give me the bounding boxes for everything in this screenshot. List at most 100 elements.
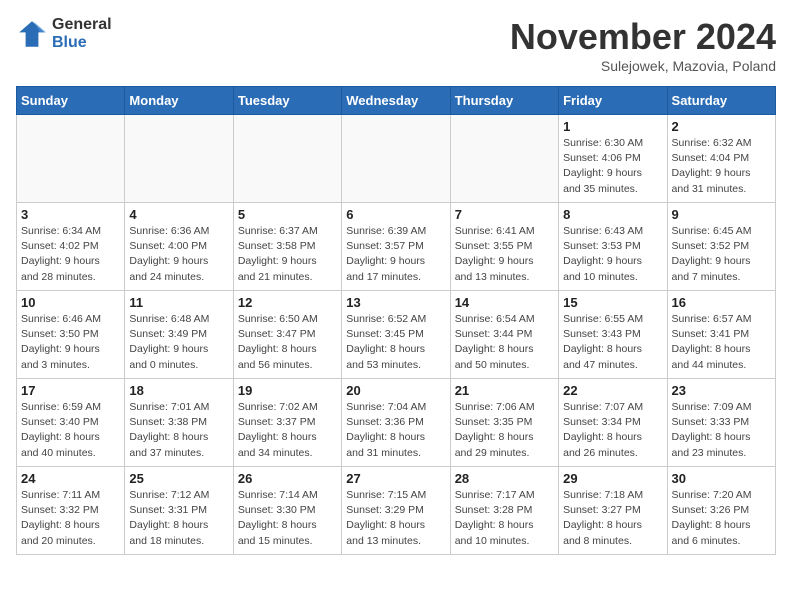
- day-cell: 12Sunrise: 6:50 AM Sunset: 3:47 PM Dayli…: [233, 291, 341, 379]
- day-info: Sunrise: 6:36 AM Sunset: 4:00 PM Dayligh…: [129, 224, 228, 285]
- header: General Blue November 2024 Sulejowek, Ma…: [16, 16, 776, 74]
- day-cell: 18 Sunrise: 7:01 AM Sunset: 3:38 PM Dayli…: [125, 379, 233, 467]
- day-number: 17: [21, 383, 120, 398]
- day-info: Sunrise: 7:11 AM Sunset: 3:32 PM Dayligh…: [21, 488, 120, 549]
- day-cell: 14 Sunrise: 6:54 AM Sunset: 3:44 PM Dayli…: [450, 291, 558, 379]
- day-info: Sunrise: 7:07 AM Sunset: 3:34 PM Dayligh…: [563, 400, 662, 461]
- day-header-tuesday: Tuesday: [233, 87, 341, 115]
- day-cell: 27Sunrise: 7:15 AM Sunset: 3:29 PM Dayli…: [342, 467, 450, 555]
- day-header-saturday: Saturday: [667, 87, 775, 115]
- day-cell: 5 Sunrise: 6:37 AM Sunset: 3:58 PM Daylig…: [233, 203, 341, 291]
- day-number: 30: [672, 471, 771, 486]
- day-info: Sunrise: 6:55 AM Sunset: 3:43 PM Dayligh…: [563, 312, 662, 373]
- month-title: November 2024: [510, 16, 776, 58]
- day-number: 15: [563, 295, 662, 310]
- day-number: 25: [129, 471, 228, 486]
- day-info: Sunrise: 6:52 AM Sunset: 3:45 PM Dayligh…: [346, 312, 445, 373]
- day-number: 22: [563, 383, 662, 398]
- day-number: 29: [563, 471, 662, 486]
- week-row-5: 24 Sunrise: 7:11 AM Sunset: 3:32 PM Dayli…: [17, 467, 776, 555]
- day-cell: 8Sunrise: 6:43 AM Sunset: 3:53 PM Daylig…: [559, 203, 667, 291]
- day-info: Sunrise: 7:20 AM Sunset: 3:26 PM Dayligh…: [672, 488, 771, 549]
- day-number: 5: [238, 207, 337, 222]
- day-info: Sunrise: 7:04 AM Sunset: 3:36 PM Dayligh…: [346, 400, 445, 461]
- day-number: 14: [455, 295, 554, 310]
- day-info: Sunrise: 6:30 AM Sunset: 4:06 PM Dayligh…: [563, 136, 662, 197]
- day-info: Sunrise: 6:59 AM Sunset: 3:40 PM Dayligh…: [21, 400, 120, 461]
- day-cell: 21 Sunrise: 7:06 AM Sunset: 3:35 PM Dayli…: [450, 379, 558, 467]
- day-cell: 15 Sunrise: 6:55 AM Sunset: 3:43 PM Dayli…: [559, 291, 667, 379]
- day-info: Sunrise: 7:18 AM Sunset: 3:27 PM Dayligh…: [563, 488, 662, 549]
- day-info: Sunrise: 6:32 AM Sunset: 4:04 PM Dayligh…: [672, 136, 771, 197]
- calendar-table: SundayMondayTuesdayWednesdayThursdayFrid…: [16, 86, 776, 555]
- day-cell: 22 Sunrise: 7:07 AM Sunset: 3:34 PM Dayli…: [559, 379, 667, 467]
- day-cell: 2 Sunrise: 6:32 AM Sunset: 4:04 PM Daylig…: [667, 115, 775, 203]
- day-info: Sunrise: 6:37 AM Sunset: 3:58 PM Dayligh…: [238, 224, 337, 285]
- day-cell: 13 Sunrise: 6:52 AM Sunset: 3:45 PM Dayli…: [342, 291, 450, 379]
- day-number: 28: [455, 471, 554, 486]
- day-number: 20: [346, 383, 445, 398]
- day-number: 3: [21, 207, 120, 222]
- day-number: 11: [129, 295, 228, 310]
- day-cell: 3 Sunrise: 6:34 AM Sunset: 4:02 PM Daylig…: [17, 203, 125, 291]
- day-number: 12: [238, 295, 337, 310]
- day-info: Sunrise: 7:06 AM Sunset: 3:35 PM Dayligh…: [455, 400, 554, 461]
- logo: General Blue: [16, 16, 112, 51]
- day-number: 26: [238, 471, 337, 486]
- day-cell: 4 Sunrise: 6:36 AM Sunset: 4:00 PM Daylig…: [125, 203, 233, 291]
- day-number: 10: [21, 295, 120, 310]
- day-cell: 17 Sunrise: 6:59 AM Sunset: 3:40 PM Dayli…: [17, 379, 125, 467]
- week-row-2: 3 Sunrise: 6:34 AM Sunset: 4:02 PM Daylig…: [17, 203, 776, 291]
- day-info: Sunrise: 7:12 AM Sunset: 3:31 PM Dayligh…: [129, 488, 228, 549]
- day-cell: 1 Sunrise: 6:30 AM Sunset: 4:06 PM Daylig…: [559, 115, 667, 203]
- day-number: 4: [129, 207, 228, 222]
- day-cell: 11 Sunrise: 6:48 AM Sunset: 3:49 PM Dayli…: [125, 291, 233, 379]
- day-number: 1: [563, 119, 662, 134]
- day-number: 13: [346, 295, 445, 310]
- day-header-friday: Friday: [559, 87, 667, 115]
- day-info: Sunrise: 6:45 AM Sunset: 3:52 PM Dayligh…: [672, 224, 771, 285]
- day-cell: 28 Sunrise: 7:17 AM Sunset: 3:28 PM Dayli…: [450, 467, 558, 555]
- day-info: Sunrise: 7:15 AM Sunset: 3:29 PM Dayligh…: [346, 488, 445, 549]
- day-number: 2: [672, 119, 771, 134]
- day-cell: 26Sunrise: 7:14 AM Sunset: 3:30 PM Dayli…: [233, 467, 341, 555]
- day-info: Sunrise: 6:34 AM Sunset: 4:02 PM Dayligh…: [21, 224, 120, 285]
- day-info: Sunrise: 7:09 AM Sunset: 3:33 PM Dayligh…: [672, 400, 771, 461]
- day-cell: [233, 115, 341, 203]
- day-number: 21: [455, 383, 554, 398]
- week-row-3: 10 Sunrise: 6:46 AM Sunset: 3:50 PM Dayli…: [17, 291, 776, 379]
- logo-icon: [16, 18, 48, 50]
- day-cell: 29 Sunrise: 7:18 AM Sunset: 3:27 PM Dayli…: [559, 467, 667, 555]
- logo-blue-text: Blue: [52, 34, 112, 52]
- day-info: Sunrise: 6:46 AM Sunset: 3:50 PM Dayligh…: [21, 312, 120, 373]
- day-number: 23: [672, 383, 771, 398]
- day-cell: 25 Sunrise: 7:12 AM Sunset: 3:31 PM Dayli…: [125, 467, 233, 555]
- day-cell: 6Sunrise: 6:39 AM Sunset: 3:57 PM Daylig…: [342, 203, 450, 291]
- day-info: Sunrise: 6:48 AM Sunset: 3:49 PM Dayligh…: [129, 312, 228, 373]
- day-cell: 7Sunrise: 6:41 AM Sunset: 3:55 PM Daylig…: [450, 203, 558, 291]
- day-info: Sunrise: 7:01 AM Sunset: 3:38 PM Dayligh…: [129, 400, 228, 461]
- day-number: 19: [238, 383, 337, 398]
- day-cell: 16Sunrise: 6:57 AM Sunset: 3:41 PM Dayli…: [667, 291, 775, 379]
- day-info: Sunrise: 6:57 AM Sunset: 3:41 PM Dayligh…: [672, 312, 771, 373]
- day-number: 18: [129, 383, 228, 398]
- day-info: Sunrise: 7:17 AM Sunset: 3:28 PM Dayligh…: [455, 488, 554, 549]
- day-cell: [125, 115, 233, 203]
- day-info: Sunrise: 6:41 AM Sunset: 3:55 PM Dayligh…: [455, 224, 554, 285]
- week-row-4: 17 Sunrise: 6:59 AM Sunset: 3:40 PM Dayli…: [17, 379, 776, 467]
- day-info: Sunrise: 6:54 AM Sunset: 3:44 PM Dayligh…: [455, 312, 554, 373]
- day-header-sunday: Sunday: [17, 87, 125, 115]
- day-cell: 24 Sunrise: 7:11 AM Sunset: 3:32 PM Dayli…: [17, 467, 125, 555]
- title-section: November 2024 Sulejowek, Mazovia, Poland: [510, 16, 776, 74]
- day-cell: [342, 115, 450, 203]
- day-info: Sunrise: 6:43 AM Sunset: 3:53 PM Dayligh…: [563, 224, 662, 285]
- day-cell: 10 Sunrise: 6:46 AM Sunset: 3:50 PM Dayli…: [17, 291, 125, 379]
- day-header-thursday: Thursday: [450, 87, 558, 115]
- day-info: Sunrise: 6:39 AM Sunset: 3:57 PM Dayligh…: [346, 224, 445, 285]
- subtitle: Sulejowek, Mazovia, Poland: [510, 58, 776, 74]
- day-cell: 9Sunrise: 6:45 AM Sunset: 3:52 PM Daylig…: [667, 203, 775, 291]
- day-header-wednesday: Wednesday: [342, 87, 450, 115]
- day-number: 24: [21, 471, 120, 486]
- calendar-header: SundayMondayTuesdayWednesdayThursdayFrid…: [17, 87, 776, 115]
- logo-general-text: General: [52, 16, 112, 34]
